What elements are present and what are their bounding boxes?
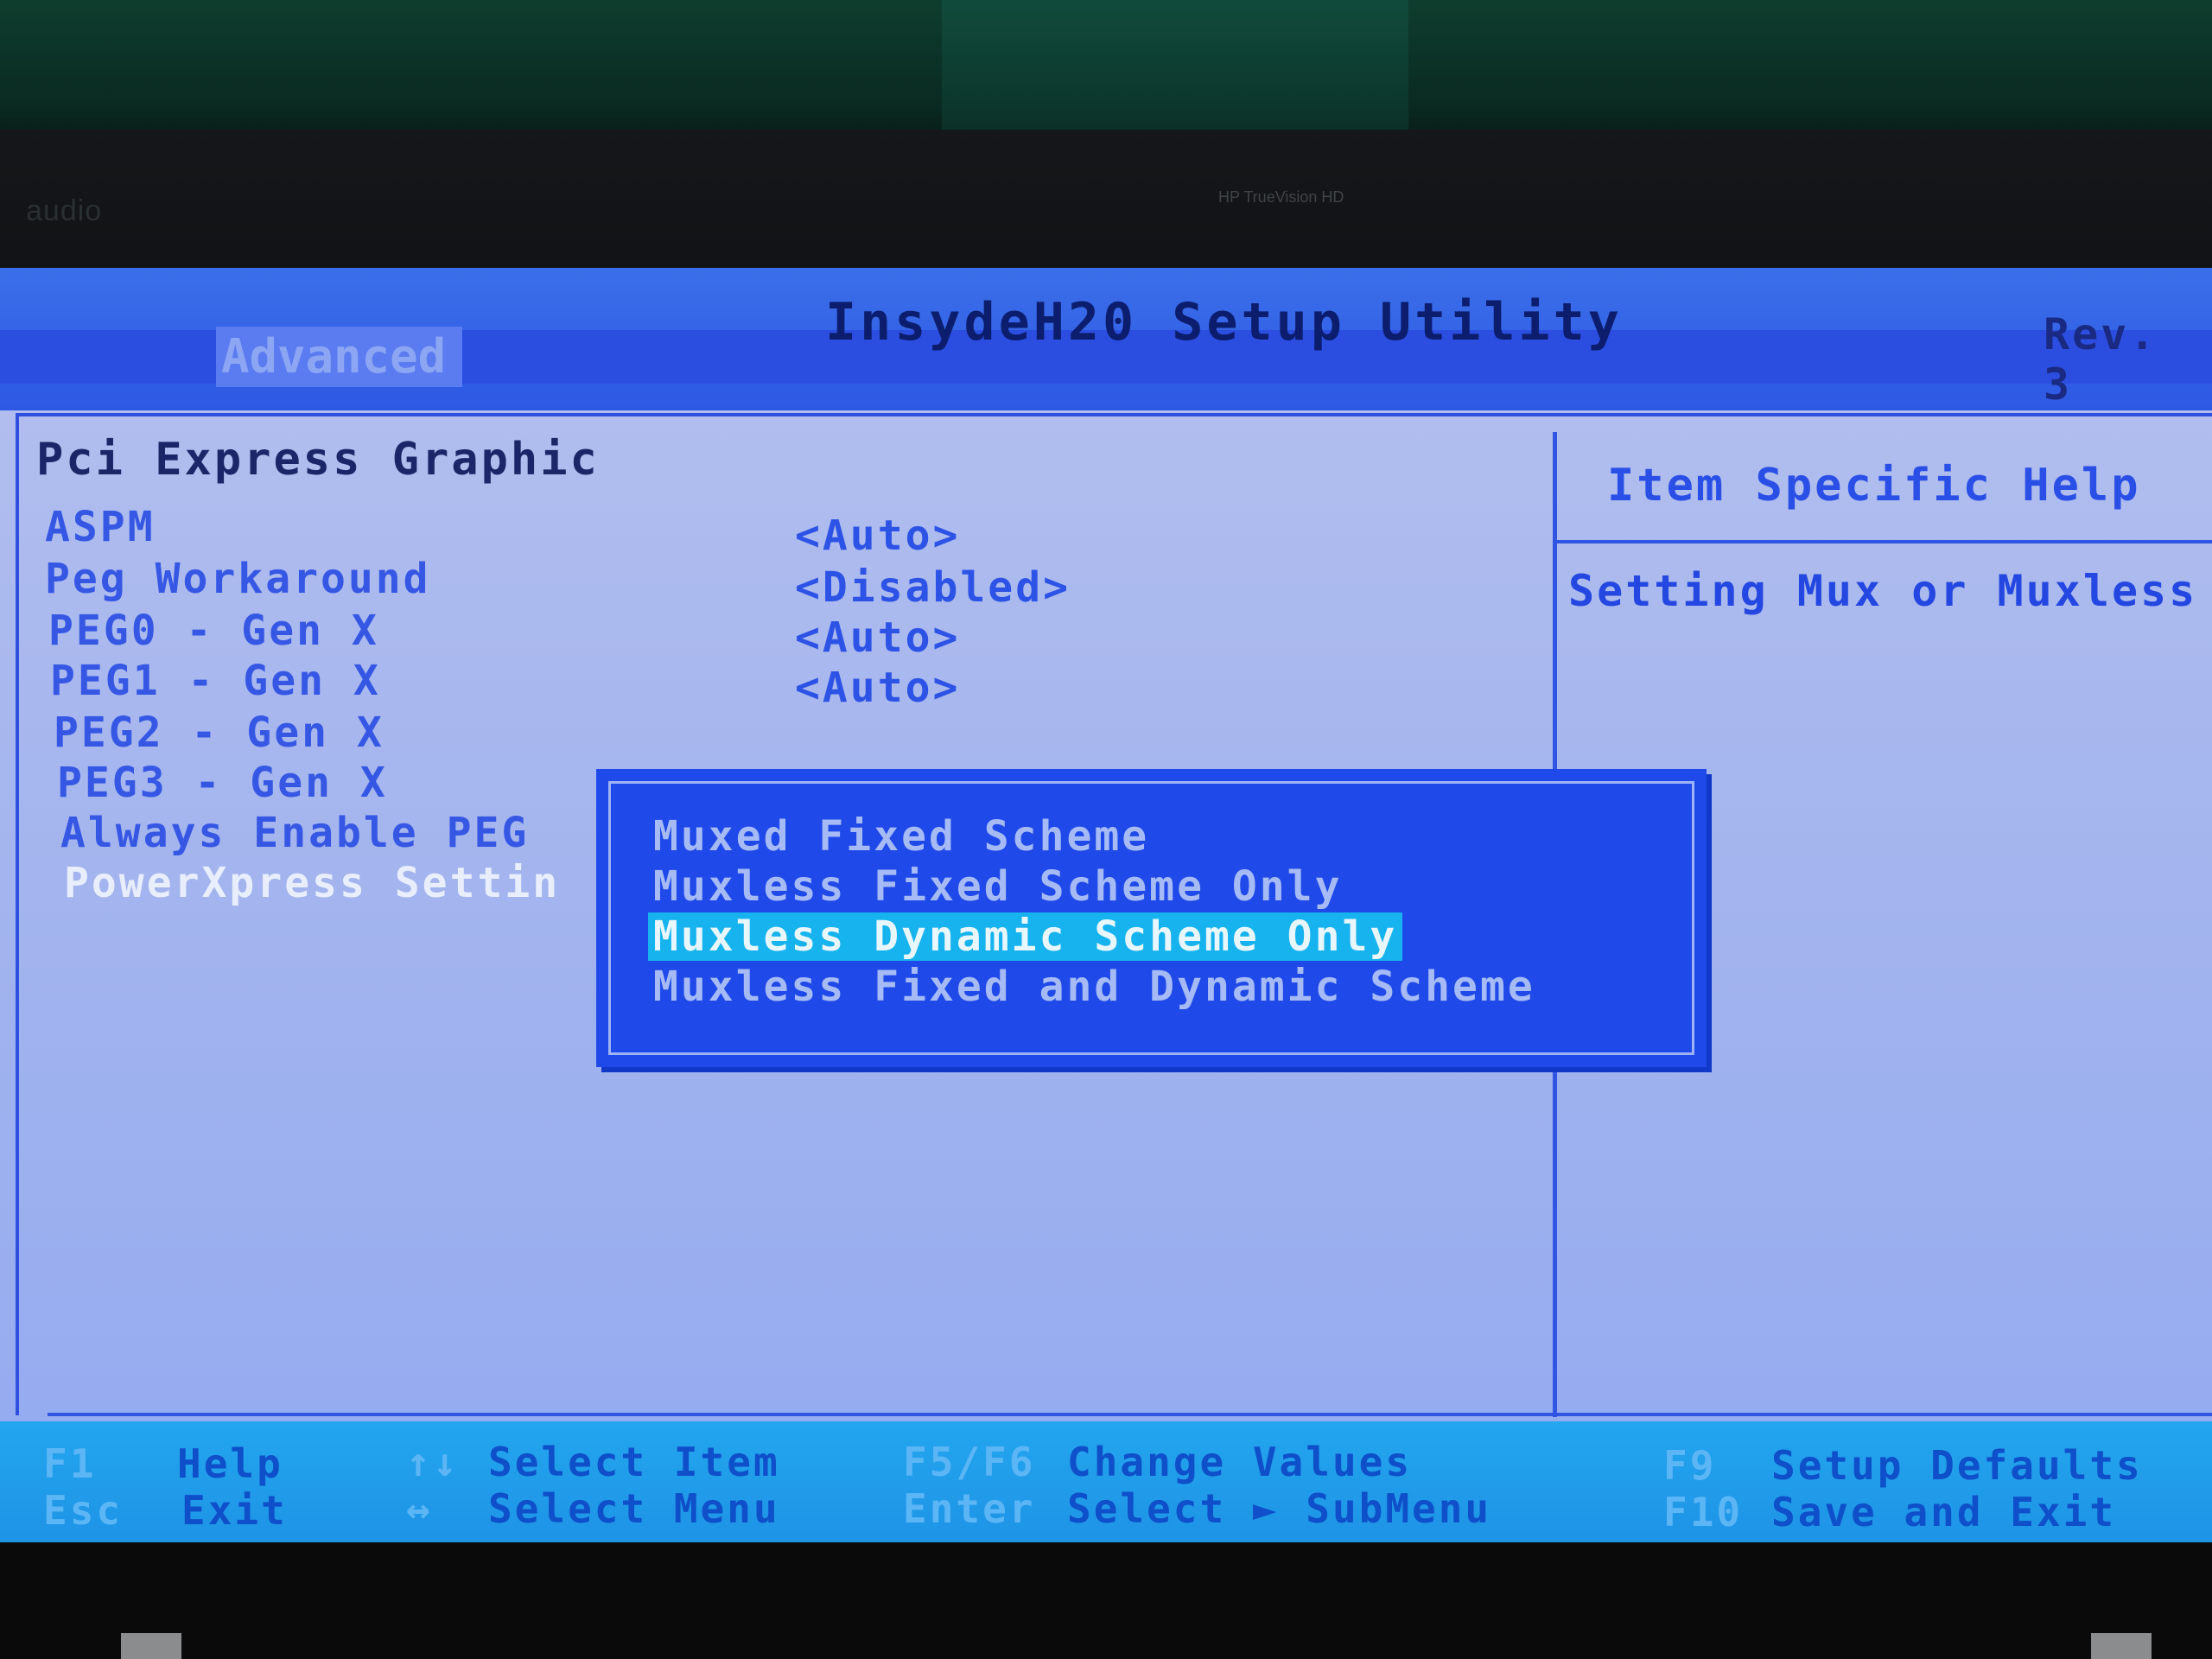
tab-advanced[interactable]: Advanced (216, 327, 462, 387)
footer-key-f1: F1 (43, 1440, 97, 1487)
setting-peg1-value[interactable]: <Auto> (795, 664, 960, 712)
right-hinge (2091, 1633, 2152, 1659)
footer-key-f5f6: F5/F6 (903, 1439, 1036, 1485)
footer-key-esc: Esc (43, 1487, 124, 1534)
option-muxless-fixed-only[interactable]: Muxless Fixed Scheme Only (648, 862, 1347, 911)
footer-key-updown: ↑↓ (406, 1439, 460, 1485)
lower-bezel (0, 1542, 2212, 1659)
footer-key-enter: Enter (903, 1485, 1036, 1532)
option-popup: Muxed Fixed Scheme Muxless Fixed Scheme … (596, 769, 1707, 1067)
bezel-camera-label: HP TrueVision HD (1218, 188, 1344, 206)
footer-action-change-values: Change Values (1067, 1439, 1413, 1485)
setting-peg0-label[interactable]: PEG0 - Gen X (48, 607, 379, 655)
page-title: Pci Express Graphic (36, 434, 600, 486)
bezel-audio-label: audio (26, 194, 103, 227)
setting-peg2-label[interactable]: PEG2 - Gen X (54, 709, 385, 757)
help-title: Item Specific Help (1607, 460, 2141, 512)
help-text: Setting Mux or Muxless (1568, 566, 2198, 616)
background-wall-panel (942, 0, 1408, 138)
option-muxed-fixed[interactable]: Muxed Fixed Scheme (648, 812, 1154, 861)
left-hinge (121, 1633, 181, 1659)
setting-peg1-label[interactable]: PEG1 - Gen X (50, 657, 381, 705)
footer-action-save-and-exit: Save and Exit (1771, 1489, 2117, 1535)
setting-powerxpress-label[interactable]: PowerXpress Settin (64, 859, 560, 907)
setting-aspm-value[interactable]: <Auto> (795, 512, 960, 560)
option-muxless-fixed-and-dynamic[interactable]: Muxless Fixed and Dynamic Scheme (648, 963, 1541, 1011)
footer-key-f10: F10 (1663, 1489, 1744, 1535)
footer-key-f9: F9 (1663, 1442, 1717, 1489)
footer-key-leftright: ↔ (406, 1485, 433, 1532)
option-muxless-dynamic-only[interactable]: Muxless Dynamic Scheme Only (648, 912, 1403, 961)
footer-action-setup-defaults: Setup Defaults (1771, 1442, 2143, 1489)
bios-screen: Advanced InsydeH20 Setup Utility Rev. 3 … (0, 268, 2212, 1542)
footer-action-exit: Exit (181, 1487, 288, 1534)
setting-always-enable-peg-label[interactable]: Always Enable PEG (60, 809, 529, 857)
key-help-footer: F1 Help ↑↓ Select Item F5/F6 Change Valu… (0, 1421, 2212, 1542)
footer-action-help: Help (177, 1440, 283, 1487)
footer-action-select-submenu: Select ► SubMenu (1067, 1485, 1492, 1532)
content-bottom-divider (48, 1413, 2212, 1416)
setting-aspm-label[interactable]: ASPM (45, 503, 156, 551)
footer-action-select-item: Select Item (488, 1439, 780, 1485)
footer-action-select-menu: Select Menu (488, 1485, 780, 1532)
revision-label: Rev. 3 (2044, 309, 2158, 410)
setting-peg-workaround-label[interactable]: Peg Workaround (45, 555, 431, 603)
app-title: InsydeH20 Setup Utility (825, 292, 1623, 353)
setting-peg-workaround-value[interactable]: <Disabled> (795, 563, 1071, 612)
help-title-divider (1555, 540, 2212, 543)
setting-peg3-label[interactable]: PEG3 - Gen X (57, 759, 388, 807)
setting-peg0-value[interactable]: <Auto> (795, 613, 960, 662)
